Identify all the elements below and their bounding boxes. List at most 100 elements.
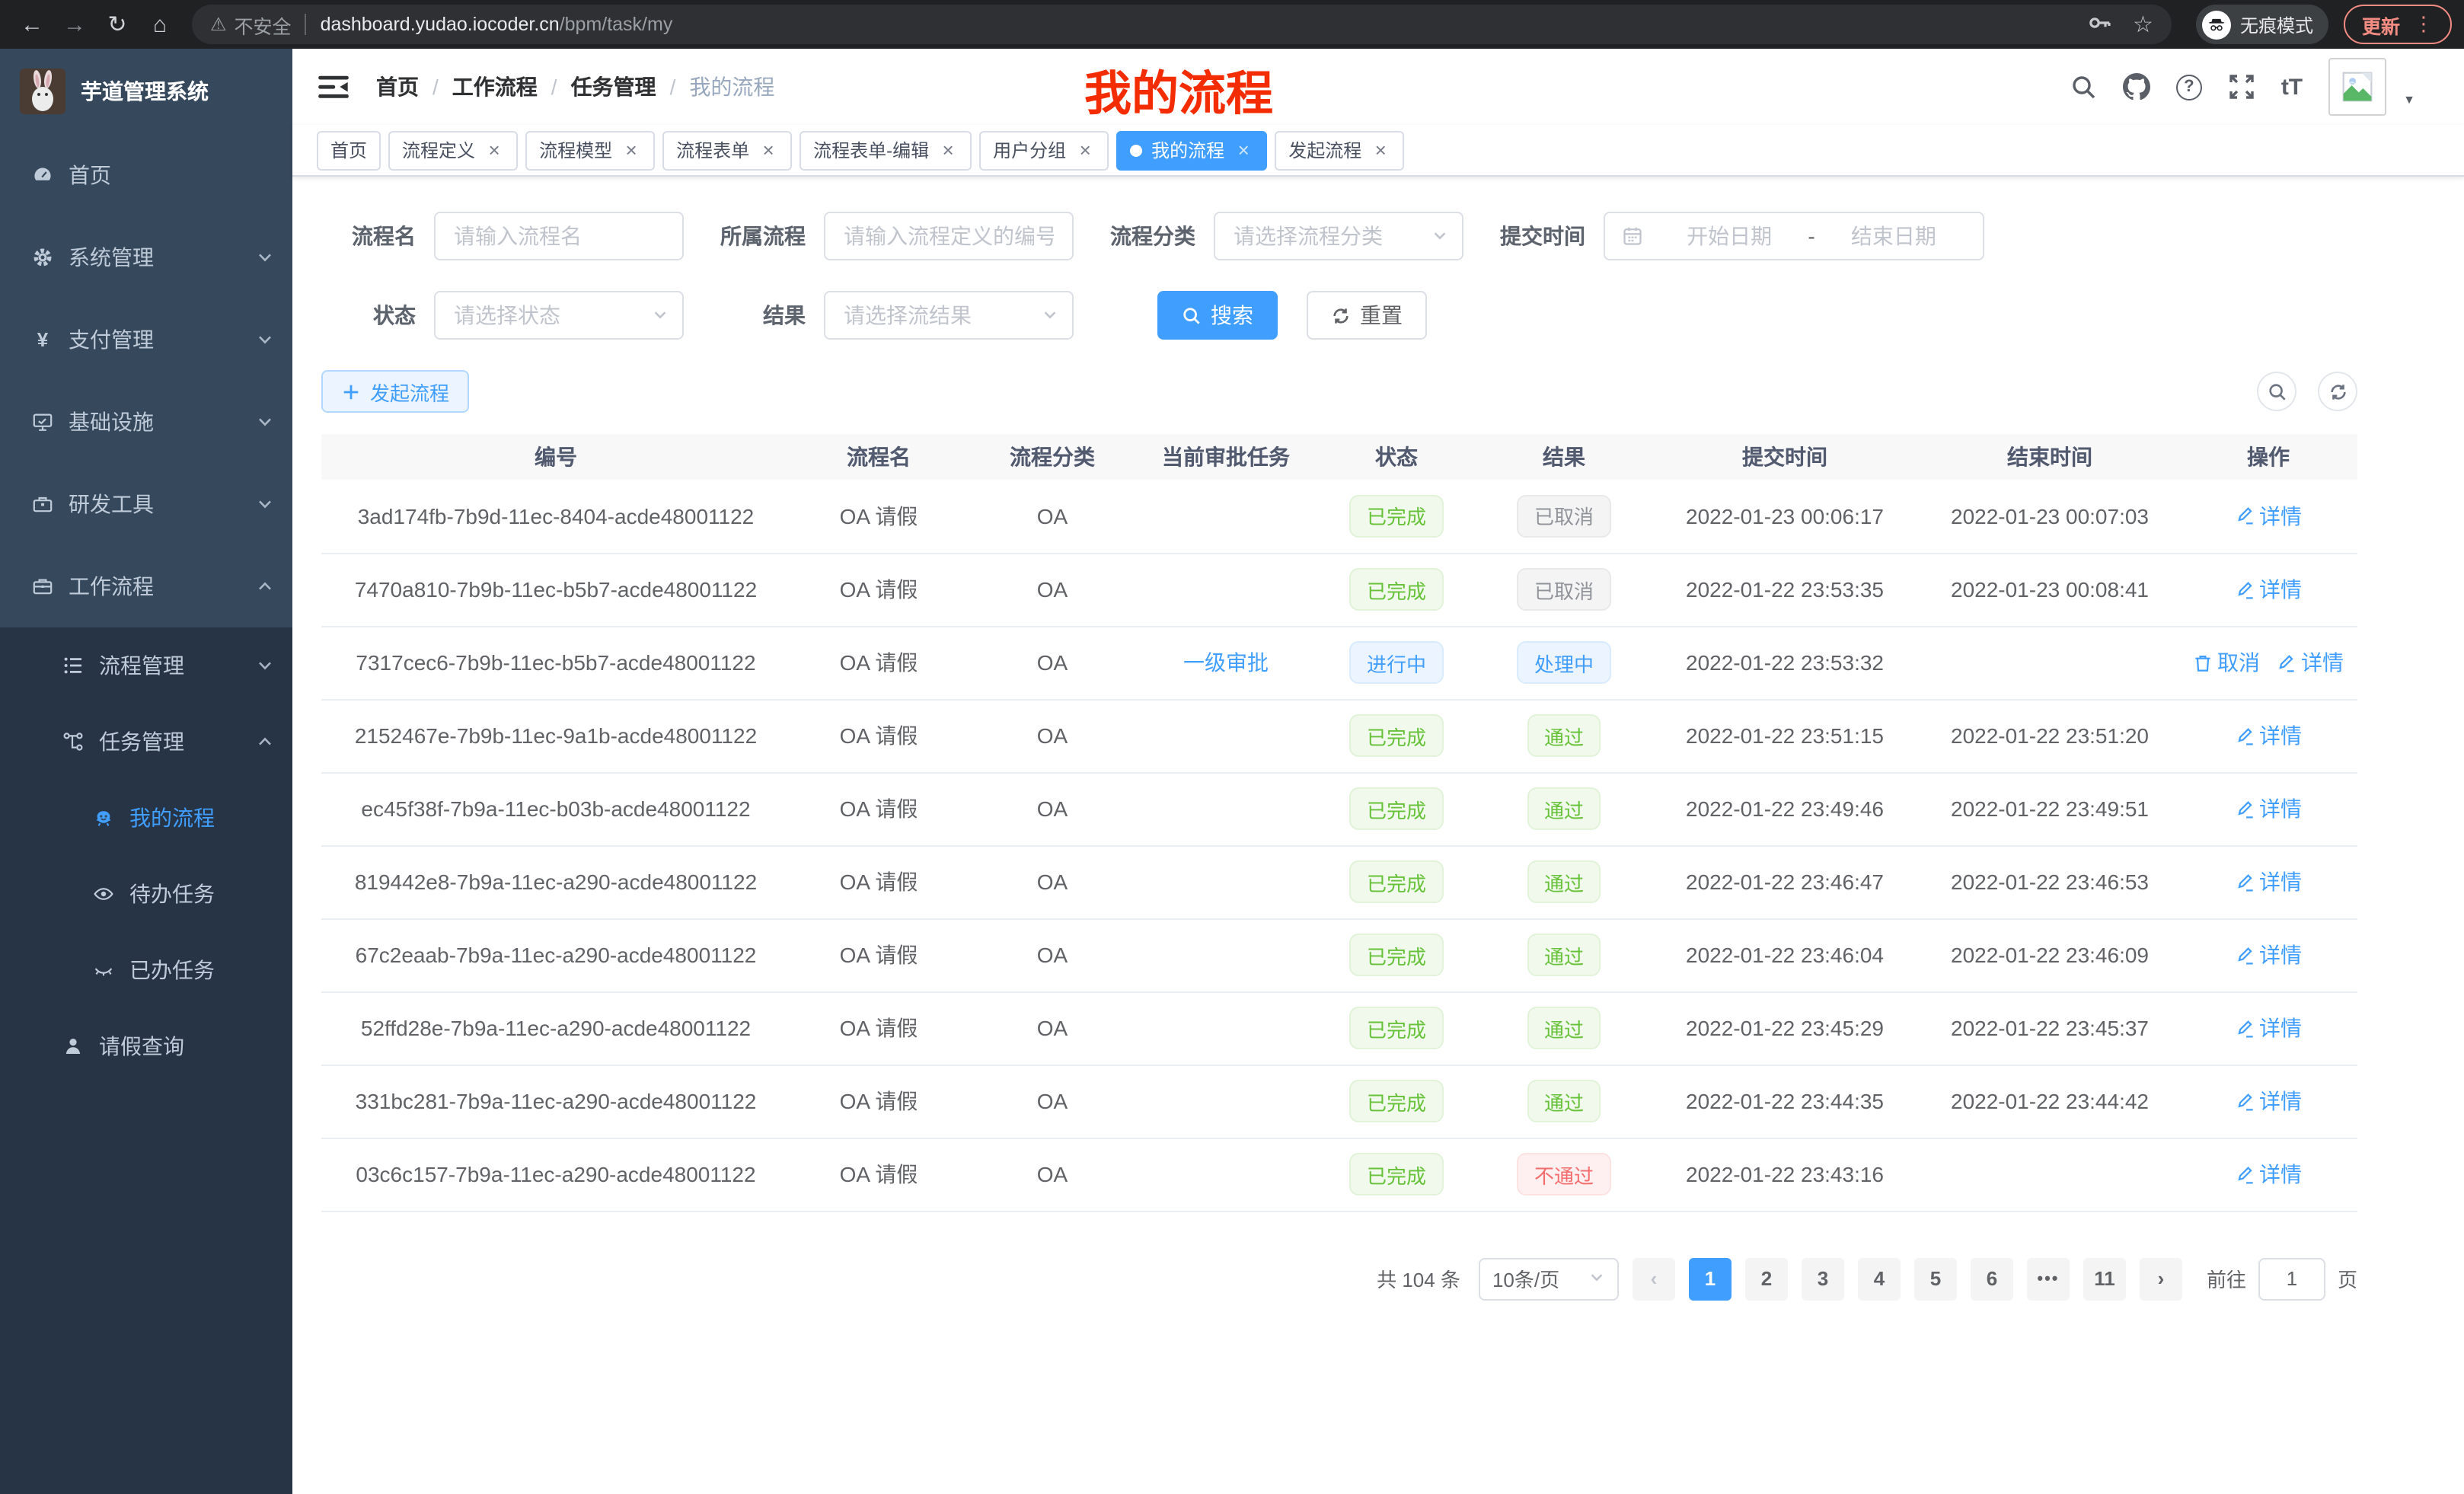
page-size-select[interactable]: 10条/页: [1479, 1257, 1619, 1300]
fullscreen-icon[interactable]: [2228, 73, 2255, 101]
avatar[interactable]: [2328, 58, 2386, 116]
table-row: 819442e8-7b9a-11ec-a290-acde48001122OA 请…: [321, 845, 2357, 918]
tab-首页[interactable]: 首页: [317, 130, 381, 170]
page-button-6[interactable]: 6: [1971, 1257, 2013, 1300]
font-size-icon[interactable]: tT: [2281, 74, 2303, 100]
pager-more[interactable]: •••: [2027, 1257, 2070, 1300]
sidebar-item-待办任务[interactable]: 待办任务: [0, 856, 292, 932]
submit-time-range-picker[interactable]: 开始日期 - 结束日期: [1604, 212, 1984, 260]
tab-我的流程[interactable]: 我的流程×: [1116, 130, 1267, 170]
sidebar-toggle-icon[interactable]: [317, 70, 350, 104]
back-icon[interactable]: ←: [12, 5, 52, 44]
close-icon[interactable]: ×: [938, 140, 958, 160]
detail-button[interactable]: 详情: [2235, 867, 2302, 897]
select-placeholder: 请选择状态: [454, 300, 560, 330]
sidebar-item-研发工具[interactable]: 研发工具: [0, 463, 292, 545]
reload-icon[interactable]: ↻: [97, 5, 137, 44]
detail-button[interactable]: 详情: [2235, 1086, 2302, 1116]
reset-button[interactable]: 重置: [1307, 291, 1427, 340]
sidebar-item-工作流程[interactable]: 工作流程: [0, 545, 292, 627]
end-date-placeholder: 结束日期: [1821, 221, 1966, 251]
process-name-input[interactable]: [434, 212, 684, 260]
breadcrumb-item-首页[interactable]: 首页: [376, 72, 419, 102]
detail-button[interactable]: 详情: [2235, 940, 2302, 970]
result-badge: 通过: [1527, 714, 1601, 757]
sidebar-item-支付管理[interactable]: ¥支付管理: [0, 298, 292, 381]
next-page-button[interactable]: ›: [2140, 1257, 2182, 1300]
page-button-3[interactable]: 3: [1802, 1257, 1844, 1300]
bookmark-star-icon[interactable]: ☆: [2133, 11, 2153, 38]
search-button[interactable]: 搜索: [1157, 291, 1278, 340]
detail-button[interactable]: 详情: [2235, 1159, 2302, 1189]
search-icon[interactable]: [2070, 73, 2097, 101]
sidebar-item-请假查询[interactable]: 请假查询: [0, 1008, 292, 1084]
breadcrumb: 首页/工作流程/任务管理/我的流程: [376, 72, 774, 102]
tab-用户分组[interactable]: 用户分组×: [979, 130, 1109, 170]
current-task-link[interactable]: 一级审批: [1183, 650, 1269, 675]
breadcrumb-item-工作流程[interactable]: 工作流程: [452, 72, 538, 102]
detail-button[interactable]: 详情: [2235, 574, 2302, 605]
detail-button[interactable]: 详情: [2235, 720, 2302, 751]
filter-row-1: 流程名 所属流程 流程分类 请选择流程分类: [321, 212, 2357, 260]
tab-流程定义[interactable]: 流程定义×: [388, 130, 518, 170]
table-row: 7317cec6-7b9b-11ec-b5b7-acde48001122OA 请…: [321, 626, 2357, 699]
sidebar-item-label: 任务管理: [99, 726, 256, 757]
app-logo-row[interactable]: 芋道管理系统: [0, 49, 292, 134]
browser-menu-icon[interactable]: ⋮: [2414, 12, 2434, 37]
page-button-1[interactable]: 1: [1689, 1257, 1732, 1300]
page-button-2[interactable]: 2: [1745, 1257, 1788, 1300]
status-select[interactable]: 请选择状态: [434, 291, 684, 340]
close-icon[interactable]: ×: [758, 140, 778, 160]
create-process-button[interactable]: 发起流程: [321, 370, 469, 413]
goto-page-input[interactable]: [2258, 1257, 2325, 1300]
browser-update-button[interactable]: 更新 ⋮: [2344, 5, 2452, 44]
show-search-button[interactable]: [2257, 372, 2296, 411]
close-icon[interactable]: ×: [1075, 140, 1095, 160]
prev-page-button[interactable]: ‹: [1633, 1257, 1675, 1300]
result-select[interactable]: 请选择流结果: [824, 291, 1074, 340]
sidebar-item-基础设施[interactable]: 基础设施: [0, 381, 292, 463]
sidebar-item-首页[interactable]: 首页: [0, 134, 292, 216]
tab-流程模型[interactable]: 流程模型×: [525, 130, 655, 170]
parent-process-input[interactable]: [824, 212, 1074, 260]
github-icon[interactable]: [2123, 73, 2150, 101]
detail-button[interactable]: 详情: [2235, 793, 2302, 824]
not-secure-label: 不安全: [235, 10, 292, 39]
page-button-4[interactable]: 4: [1858, 1257, 1901, 1300]
address-bar[interactable]: ⚠ 不安全 dashboard.yudao.iocoder.cn /bpm/ta…: [192, 5, 2172, 44]
sidebar-item-系统管理[interactable]: 系统管理: [0, 216, 292, 298]
close-icon[interactable]: ×: [1371, 140, 1390, 160]
table-row: 7470a810-7b9b-11ec-b5b7-acde48001122OA 请…: [321, 553, 2357, 626]
tab-流程表单-编辑[interactable]: 流程表单-编辑×: [800, 130, 972, 170]
cancel-button[interactable]: 取消: [2193, 647, 2260, 678]
close-icon[interactable]: ×: [484, 140, 504, 160]
caret-down-icon[interactable]: ▼: [2403, 93, 2415, 116]
breadcrumb-item-任务管理[interactable]: 任务管理: [571, 72, 656, 102]
tab-流程表单[interactable]: 流程表单×: [662, 130, 792, 170]
forward-icon[interactable]: →: [55, 5, 94, 44]
sidebar-item-我的流程[interactable]: 我的流程: [0, 780, 292, 856]
tab-发起流程[interactable]: 发起流程×: [1275, 130, 1404, 170]
close-icon[interactable]: ×: [1234, 140, 1253, 160]
sidebar-item-任务管理[interactable]: 任务管理: [0, 704, 292, 780]
cell-current-task: [1138, 553, 1314, 626]
cell-submit-time: 2022-01-22 23:53:32: [1649, 626, 1920, 699]
help-icon[interactable]: ?: [2176, 74, 2202, 100]
detail-button[interactable]: 详情: [2277, 647, 2344, 678]
detail-button[interactable]: 详情: [2235, 1013, 2302, 1043]
password-key-icon[interactable]: [2087, 10, 2111, 39]
sidebar-item-流程管理[interactable]: 流程管理: [0, 627, 292, 704]
home-icon[interactable]: ⌂: [140, 5, 180, 44]
cell-category: OA: [967, 626, 1138, 699]
column-header-流程名: 流程名: [790, 434, 967, 480]
cell-category: OA: [967, 553, 1138, 626]
cell-id: 52ffd28e-7b9a-11ec-a290-acde48001122: [321, 991, 790, 1065]
category-select[interactable]: 请选择流程分类: [1214, 212, 1463, 260]
detail-button[interactable]: 详情: [2235, 501, 2302, 532]
sidebar-item-已办任务[interactable]: 已办任务: [0, 932, 292, 1008]
page-button-5[interactable]: 5: [1914, 1257, 1957, 1300]
close-icon[interactable]: ×: [621, 140, 641, 160]
refresh-button[interactable]: [2318, 372, 2357, 411]
cell-current-task: [1138, 1065, 1314, 1138]
page-button-11[interactable]: 11: [2083, 1257, 2126, 1300]
